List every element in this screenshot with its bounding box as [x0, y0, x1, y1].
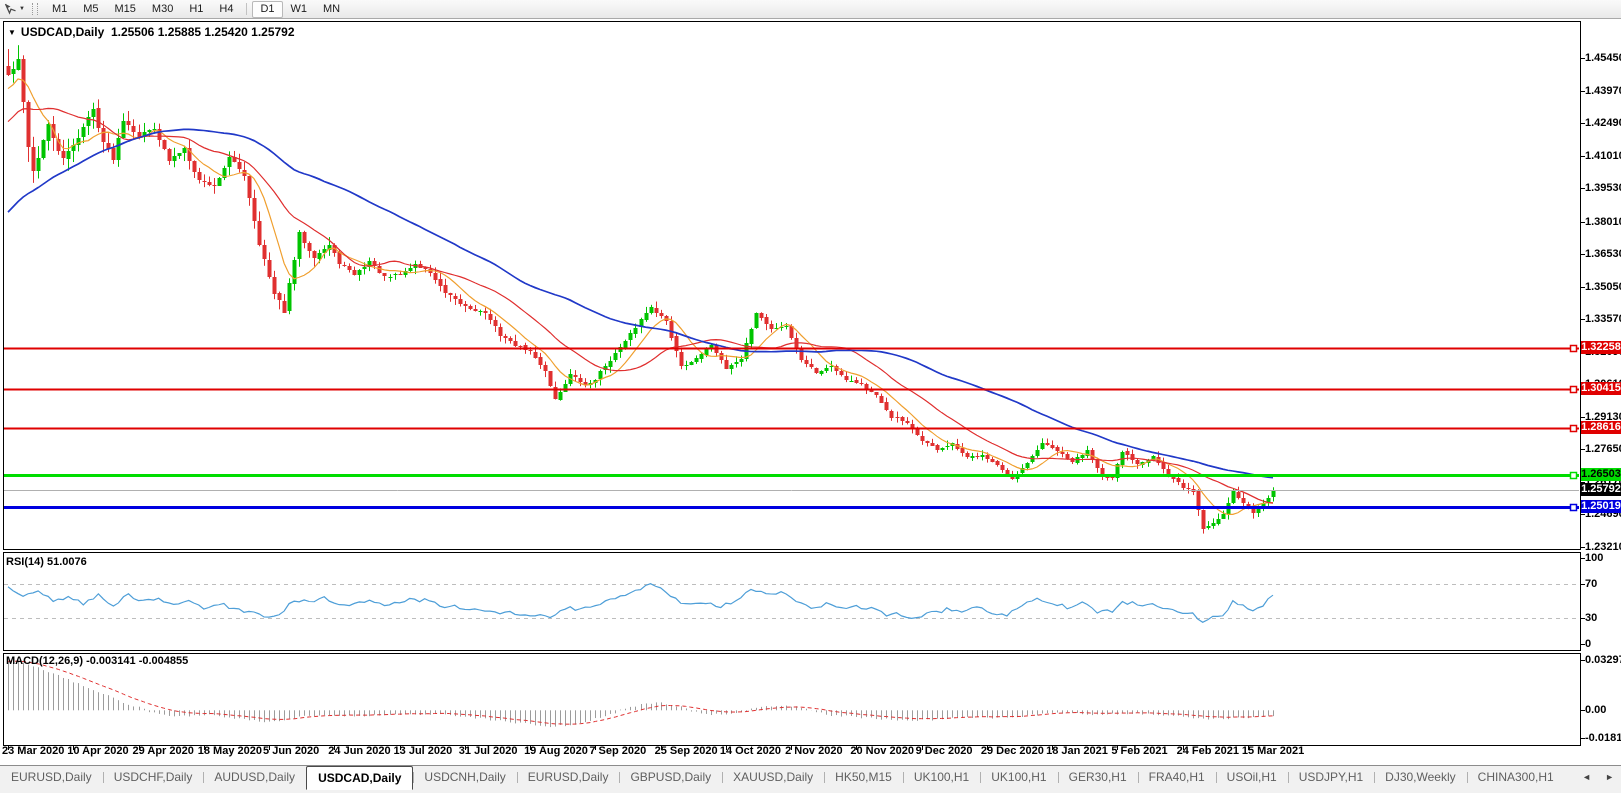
tab-china300-h1[interactable]: CHINA300,H1: [1467, 766, 1565, 787]
tab-separator: [103, 772, 104, 783]
tab-eurusd-daily[interactable]: EURUSD,Daily: [0, 766, 103, 787]
tab-gbpusd-daily[interactable]: GBPUSD,Daily: [619, 766, 722, 787]
timeframe-button-M1[interactable]: M1: [44, 1, 75, 18]
tab-separator: [1058, 772, 1059, 783]
tab-scroll-right-icon[interactable]: ►: [1598, 772, 1621, 782]
tab-separator: [517, 772, 518, 783]
tab-usdchf-daily[interactable]: USDCHF,Daily: [103, 766, 204, 787]
tab-separator: [903, 772, 904, 783]
tab-ger30-h1[interactable]: GER30,H1: [1058, 766, 1138, 787]
tab-scroll-left-icon[interactable]: ◄: [1575, 772, 1598, 782]
tab-uk100-h1[interactable]: UK100,H1: [980, 766, 1057, 787]
symbol-tab-bar: EURUSD,DailyUSDCHF,DailyAUDUSD,DailyUSDC…: [0, 765, 1621, 793]
tab-separator: [1138, 772, 1139, 783]
chevron-down-icon: ▼: [19, 6, 25, 12]
timeframe-button-H1[interactable]: H1: [181, 1, 211, 18]
chart-canvas[interactable]: [0, 18, 1621, 765]
timeframe-button-M15[interactable]: M15: [107, 1, 144, 18]
tab-usdcnh-daily[interactable]: USDCNH,Daily: [413, 766, 516, 787]
tab-hk50-m15[interactable]: HK50,M15: [824, 766, 903, 787]
mt4-terminal: { "toolbar": { "timeframes": [ {"label":…: [0, 0, 1621, 792]
tab-usoil-h1[interactable]: USOil,H1: [1216, 766, 1288, 787]
tab-separator: [1467, 772, 1468, 783]
tab-uk100-h1[interactable]: UK100,H1: [903, 766, 980, 787]
tab-separator: [980, 772, 981, 783]
toolbar-separator: [246, 3, 247, 15]
cursor-tool-button[interactable]: ▼: [0, 3, 27, 15]
timeframe-button-H4[interactable]: H4: [211, 1, 241, 18]
timeframe-toolbar: ▼ M1M5M15M30H1H4 D1W1MN: [0, 0, 1621, 19]
timeframe-button-M5[interactable]: M5: [75, 1, 106, 18]
tab-fra40-h1[interactable]: FRA40,H1: [1138, 766, 1216, 787]
tab-dj30-weekly[interactable]: DJ30,Weekly: [1374, 766, 1466, 787]
tab-separator: [824, 772, 825, 783]
tab-separator: [619, 772, 620, 783]
timeframe-button-M30[interactable]: M30: [144, 1, 181, 18]
tab-usdcad-daily[interactable]: USDCAD,Daily: [306, 766, 413, 790]
tab-xauusd-daily[interactable]: XAUUSD,Daily: [722, 766, 824, 787]
tab-usdjpy-h1[interactable]: USDJPY,H1: [1288, 766, 1374, 787]
timeframe-button-MN[interactable]: MN: [315, 1, 348, 18]
timeframe-button-W1[interactable]: W1: [283, 1, 316, 18]
tab-eurusd-daily[interactable]: EURUSD,Daily: [517, 766, 620, 787]
tab-scroll-controls: ◄►: [1575, 766, 1621, 788]
tab-separator: [722, 772, 723, 783]
tab-separator: [203, 772, 204, 783]
timeframe-button-D1[interactable]: D1: [252, 1, 282, 18]
tab-separator: [1288, 772, 1289, 783]
tab-separator: [1374, 772, 1375, 783]
toolbar-grip[interactable]: [32, 3, 38, 15]
tab-separator: [413, 772, 414, 783]
tab-separator: [1216, 772, 1217, 783]
tab-audusd-daily[interactable]: AUDUSD,Daily: [203, 766, 306, 787]
chart-cursor-icon: [4, 3, 17, 15]
